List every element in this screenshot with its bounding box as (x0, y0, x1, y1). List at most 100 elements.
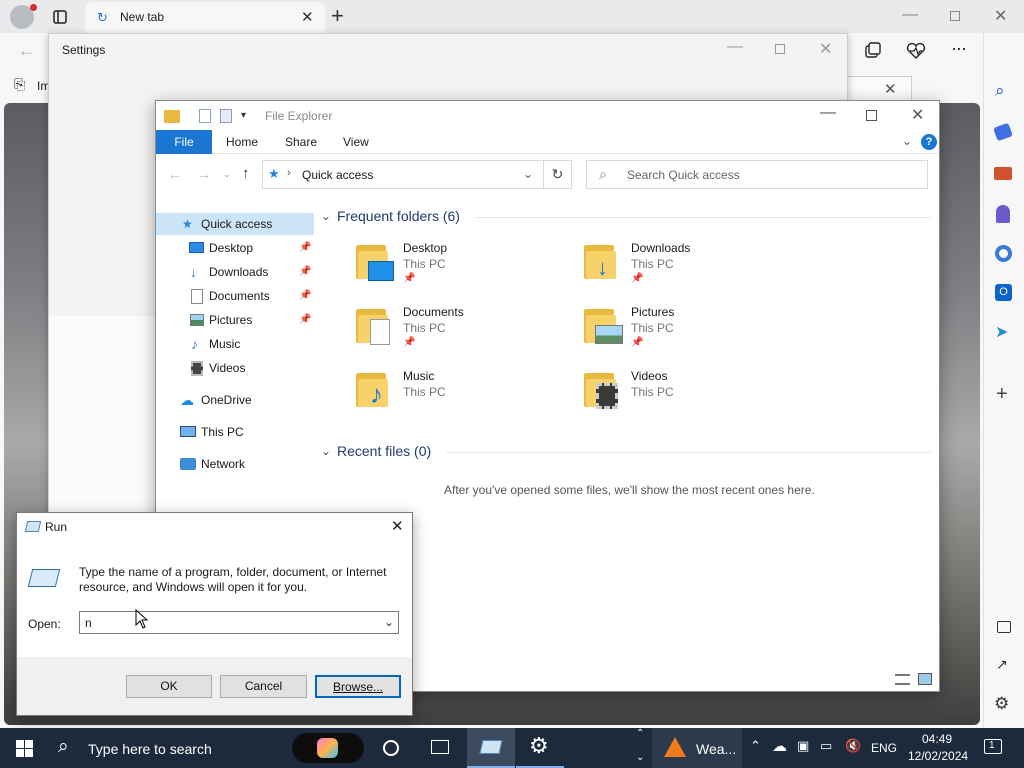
browse-button[interactable]: Browse... (315, 675, 401, 698)
ribbon-expand-icon[interactable]: ⌄ (902, 134, 912, 148)
tab-actions-icon[interactable] (50, 7, 70, 27)
nav-item-downloads[interactable]: ↓ Downloads 📌 (156, 261, 314, 283)
explorer-close-button[interactable]: ✕ (911, 105, 924, 125)
frequent-collapse-icon[interactable]: ⌄ (321, 209, 331, 223)
nav-item-desktop[interactable]: Desktop 📌 (156, 237, 314, 259)
open-input-value[interactable]: n (85, 616, 92, 630)
run-close-button[interactable]: ✕ (391, 517, 404, 535)
open-external-icon[interactable]: ↗ (996, 656, 1008, 673)
profile-avatar[interactable] (10, 4, 37, 29)
combobox-dropdown-icon[interactable]: ⌄ (384, 615, 394, 629)
nav-item-quick-access[interactable]: ★ Quick access (156, 213, 314, 235)
nav-item-network[interactable]: Network (156, 453, 314, 475)
nav-item-videos[interactable]: Videos (156, 357, 314, 379)
details-view-icon[interactable] (895, 674, 910, 685)
microsoft365-icon[interactable] (995, 245, 1012, 262)
language-indicator[interactable]: ENG (871, 741, 897, 755)
weather-widget[interactable]: Wea... (652, 728, 742, 768)
tools-icon[interactable] (994, 167, 1012, 180)
qat-properties-icon[interactable] (199, 109, 211, 123)
qat-newfolder-icon[interactable] (220, 109, 232, 123)
more-options-icon[interactable]: ··· (951, 38, 967, 59)
tab-close-icon[interactable]: ✕ (301, 8, 314, 26)
new-tab-button[interactable]: + (331, 3, 344, 29)
cortana-icon[interactable] (383, 740, 399, 756)
help-icon[interactable]: ? (921, 134, 937, 150)
ok-button[interactable]: OK (126, 675, 212, 698)
task-view-icon[interactable] (431, 740, 449, 754)
outlook-icon[interactable]: O (995, 284, 1012, 301)
background-window-close-icon[interactable]: ✕ (884, 80, 897, 98)
folder-tile-documents[interactable]: Documents This PC 📌 (356, 305, 571, 355)
add-icon[interactable]: + (996, 383, 1008, 406)
start-button[interactable] (16, 740, 33, 757)
onedrive-tray-icon[interactable]: ☁ (772, 737, 787, 755)
nav-item-music[interactable]: ♪ Music (156, 333, 314, 355)
film-icon (191, 361, 203, 376)
clock-date[interactable]: 12/02/2024 (908, 749, 968, 763)
folder-tile-pictures[interactable]: Pictures This PC 📌 (584, 305, 799, 355)
scroll-down-icon[interactable]: ⌄ (636, 752, 644, 763)
folder-tile-desktop[interactable]: Desktop This PC 📌 (356, 241, 571, 291)
tray-overflow-icon[interactable]: ⌃ (750, 738, 761, 754)
folder-tile-videos[interactable]: Videos This PC (584, 369, 799, 419)
address-bar[interactable]: ★ › Quick access ⌄ (262, 160, 544, 189)
back-arrow-icon[interactable]: ← (168, 166, 182, 182)
qat-dropdown-icon[interactable]: ▾ (241, 110, 246, 121)
import-favorites-icon[interactable]: ⎘ (14, 76, 25, 93)
address-dropdown-icon[interactable]: ⌄ (523, 167, 533, 181)
recent-collapse-icon[interactable]: ⌄ (321, 444, 331, 458)
file-explorer-taskbar-button[interactable] (467, 728, 515, 768)
open-combobox[interactable]: n ⌄ (79, 611, 399, 634)
tab-share[interactable]: Share (285, 130, 317, 154)
settings-taskbar-button[interactable]: ⚙ (516, 728, 564, 768)
shopping-icon[interactable] (993, 122, 1013, 142)
nav-item-pictures[interactable]: Pictures 📌 (156, 309, 314, 331)
scroll-up-icon[interactable]: ⌃ (636, 728, 644, 739)
collections-icon[interactable] (862, 40, 884, 62)
notifications-icon[interactable]: 1 (984, 739, 1002, 754)
folder-tile-music[interactable]: ♪ Music This PC (356, 369, 571, 419)
up-arrow-icon[interactable]: ↑ (242, 165, 250, 182)
nav-label: Documents (209, 289, 270, 303)
tab-home[interactable]: Home (226, 130, 258, 154)
recent-files-header[interactable]: Recent files (0) (337, 443, 431, 459)
tab-new-tab[interactable]: ↻ New tab ✕ (85, 2, 325, 33)
nav-item-onedrive[interactable]: ☁ OneDrive (156, 389, 314, 411)
cancel-button[interactable]: Cancel (220, 675, 307, 698)
cloud-icon: ☁ (180, 392, 194, 408)
tab-file[interactable]: File (156, 130, 212, 154)
settings-close-button[interactable]: ✕ (819, 39, 832, 59)
browser-close-button[interactable]: ✕ (994, 6, 1007, 26)
search-box[interactable]: ⌕ Search Quick access (586, 160, 928, 189)
meet-now-icon[interactable]: ▣ (797, 738, 809, 754)
browser-restore-button[interactable] (950, 11, 960, 21)
recent-locations-icon[interactable]: ⌄ (223, 169, 231, 180)
browser-minimize-button[interactable]: — (902, 6, 918, 24)
volume-muted-icon[interactable]: 🔇 (845, 738, 861, 754)
nav-item-documents[interactable]: Documents 📌 (156, 285, 314, 307)
tab-view[interactable]: View (343, 130, 369, 154)
health-icon[interactable] (905, 40, 927, 62)
settings-maximize-button[interactable] (775, 44, 785, 54)
refresh-button[interactable]: ↻ (544, 160, 572, 189)
search-icon[interactable]: ⌕ (995, 81, 1005, 101)
large-icons-view-icon[interactable] (918, 673, 932, 685)
send-icon[interactable]: ➤ (995, 322, 1008, 342)
copilot-taskbar-button[interactable] (292, 733, 364, 763)
taskbar-search-box[interactable]: ⌕ Type here to search (48, 728, 284, 768)
network-tray-icon[interactable]: ▭ (820, 738, 832, 754)
sidebar-toggle-icon[interactable] (997, 621, 1011, 633)
folder-name: Pictures (631, 305, 675, 319)
forward-arrow-icon[interactable]: → (197, 166, 211, 182)
back-icon[interactable]: ← (18, 41, 35, 61)
nav-item-this-pc[interactable]: This PC (156, 421, 314, 443)
clock-time[interactable]: 04:49 (922, 732, 952, 746)
folder-tile-downloads[interactable]: ↓ Downloads This PC 📌 (584, 241, 799, 291)
settings-minimize-button[interactable]: — (727, 38, 743, 56)
explorer-maximize-button[interactable] (866, 110, 877, 121)
games-icon[interactable] (996, 205, 1010, 223)
explorer-minimize-button[interactable]: — (820, 104, 836, 122)
settings-gear-icon[interactable]: ⚙ (994, 694, 1009, 714)
frequent-folders-header[interactable]: Frequent folders (6) (337, 208, 460, 224)
